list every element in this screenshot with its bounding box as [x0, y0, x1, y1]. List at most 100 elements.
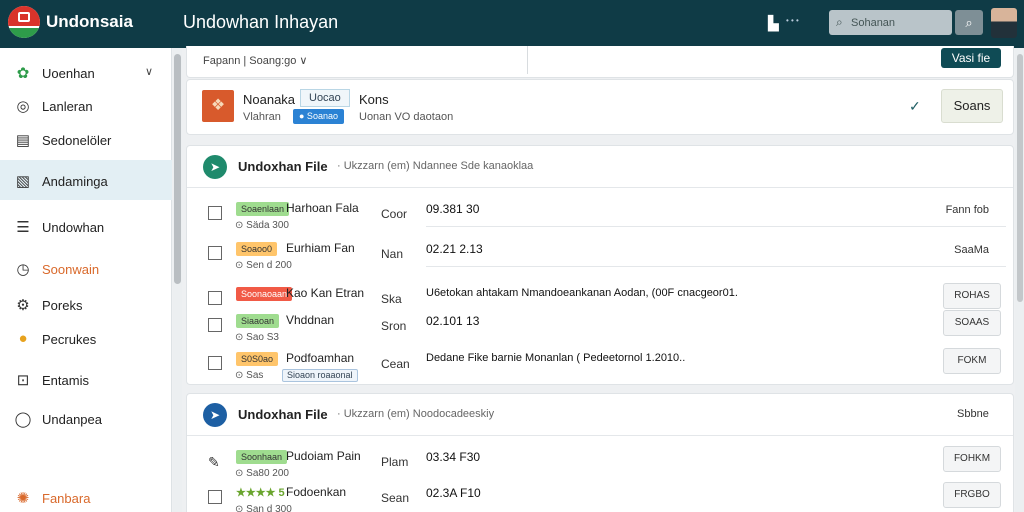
status-badge: Soonaoaan: [236, 287, 293, 301]
row-value: 03.34 F30: [426, 450, 481, 464]
section-action-text[interactable]: Sbbne: [957, 408, 989, 420]
row-action-button[interactable]: FOHKM: [943, 446, 1001, 472]
notification-icon[interactable]: ▙: [768, 15, 779, 32]
row-name[interactable]: Pudoiam Pain: [286, 449, 361, 463]
sidebar-item-label: Undanpea: [42, 412, 102, 427]
row-name[interactable]: Harhoan Fala: [286, 201, 359, 215]
table-row: S0S0ao Podfoamhan ⊙ Sas Sioaon roaaonal …: [187, 348, 1013, 388]
row-value: 02.3A F10: [426, 486, 481, 500]
list-icon: ☰: [16, 219, 30, 236]
sidebar-item-soonwain[interactable]: ◷ Soonwain: [0, 248, 172, 288]
item-thumbnail[interactable]: ❖: [202, 90, 234, 122]
row-checkbox[interactable]: [208, 490, 222, 504]
row-value: 02.21 2.13: [426, 242, 483, 256]
sidebar-item-entamis[interactable]: ⊡ Entamis: [0, 359, 172, 399]
item-tag[interactable]: Uocao: [300, 89, 350, 107]
status-badge: Soonhaan: [236, 450, 288, 464]
sidebar-item-label: Entamis: [42, 373, 89, 388]
status-badge: Siaaoan: [236, 314, 280, 328]
filter-bar: Fapann | Soang:go ∨: [186, 46, 1014, 78]
status-badge: Soaenlaan: [236, 202, 290, 216]
row-action-button[interactable]: FRGBO: [943, 482, 1001, 508]
more-icon[interactable]: • • •: [786, 16, 799, 25]
row-name[interactable]: Kao Kan Etran: [286, 286, 364, 300]
sidebar-item-andaminga[interactable]: ▧ Andaminga: [0, 160, 172, 200]
view-file-button[interactable]: Vasi fie: [941, 48, 1001, 68]
search-button[interactable]: ⌕: [955, 10, 983, 35]
chevron-down-icon[interactable]: ∨: [145, 65, 153, 78]
section-header: ➤ Undoxhan File · Ukzzarn (em) Ndannee S…: [187, 146, 1013, 188]
row-name[interactable]: Eurhiam Fan: [286, 241, 355, 255]
chart-icon: ⊡: [16, 372, 30, 389]
sidebar-item-label: Sedonelöler: [42, 133, 112, 148]
row-name[interactable]: Podfoamhan: [286, 351, 354, 365]
section-title: Undoxhan File: [238, 407, 328, 422]
gear-icon: ✿: [16, 65, 30, 82]
row-action-button[interactable]: FOKM: [943, 348, 1001, 374]
sidebar-item-label: Soonwain: [42, 262, 100, 277]
rating-badge: ★★★★ 5: [236, 487, 285, 499]
app-logo[interactable]: [8, 6, 40, 38]
sidebar-item-pecrukes[interactable]: ● Pecrukes: [0, 318, 172, 358]
section-subtitle: · Ukzzarn (em) Noodocadeeskiy: [337, 408, 495, 420]
sidebar-item-undanpea[interactable]: ◯ Undanpea: [0, 398, 172, 438]
row-meta: ⊙ Sas: [235, 370, 264, 381]
sidebar-item-fanbara[interactable]: ✺ Fanbara: [0, 477, 172, 512]
row-type: Ska: [381, 292, 402, 306]
pencil-icon[interactable]: ✎: [208, 454, 222, 470]
row-checkbox[interactable]: [208, 318, 222, 332]
user-avatar[interactable]: [991, 8, 1017, 38]
target-icon: ◎: [16, 98, 30, 115]
row-action-button[interactable]: SOAAS: [943, 310, 1001, 336]
row-meta: ⊙ Säda 300: [235, 220, 289, 231]
sidebar-item-label: Poreks: [42, 298, 83, 313]
search-icon: ⌕: [836, 15, 843, 29]
item-label: Kons: [359, 92, 389, 107]
row-tag[interactable]: Sioaon roaaonal: [282, 369, 358, 382]
app-title: Undowhan Inhayan: [183, 12, 339, 32]
file-section: ➤ Undoxhan File · Ukzzarn (em) Ndannee S…: [186, 145, 1014, 385]
row-action-text[interactable]: Fann fob: [946, 204, 989, 216]
row-checkbox[interactable]: [208, 206, 222, 220]
row-meta: ⊙ Sao S3: [235, 332, 279, 343]
status-badge: Soaoo0: [236, 242, 278, 256]
row-name[interactable]: Vhddnan: [286, 313, 334, 327]
sidebar-item-label: Lanleran: [42, 99, 93, 114]
main-scroll-thumb[interactable]: [1017, 54, 1023, 302]
item-subtitle: Vlahran: [243, 111, 281, 123]
section-title: Undoxhan File: [238, 159, 328, 174]
save-button[interactable]: Soans: [941, 89, 1003, 123]
clock-icon: ◷: [16, 261, 30, 278]
file-section: ➤ Undoxhan File · Ukzzarn (em) Noodocade…: [186, 393, 1014, 512]
row-checkbox[interactable]: [208, 356, 222, 370]
filter-dropdown[interactable]: Fapann | Soang:go ∨: [203, 54, 307, 67]
row-checkbox[interactable]: [208, 291, 222, 305]
item-status-badge: ● Soanao: [293, 109, 344, 124]
sidebar-item-undowhan[interactable]: ☰ Undowhan: [0, 206, 172, 246]
brand-name: Undonsaia: [46, 12, 133, 31]
divider: [527, 46, 528, 74]
row-action-button[interactable]: ROHAS: [943, 283, 1001, 309]
row-name[interactable]: Fodoenkan: [286, 485, 346, 499]
row-meta: ⊙ Sa80 200: [235, 468, 289, 479]
table-row: Soaoo0 Eurhiam Fan ⊙ Sen d 200 Nan 02.21…: [187, 238, 1013, 278]
sidebar-item-sedoneloler[interactable]: ▤ Sedonelöler: [0, 119, 172, 159]
search-box[interactable]: ⌕: [829, 10, 952, 35]
row-meta: ⊙ Sen d 200: [235, 260, 292, 271]
row-action-text[interactable]: SaaMa: [954, 244, 989, 256]
status-badge: S0S0ao: [236, 352, 279, 366]
search-input[interactable]: [851, 13, 947, 32]
row-type: Nan: [381, 247, 404, 261]
item-detail: Uonan VO daotaon: [359, 111, 454, 123]
sidebar-item-label: Fanbara: [42, 491, 91, 506]
row-checkbox[interactable]: [208, 246, 222, 260]
check-icon[interactable]: ✓: [909, 98, 921, 115]
top-bar: Undonsaia Undowhan Inhayan ▙ • • • ⌕ ⌕: [0, 0, 1024, 48]
table-row: Soaenlaan Harhoan Fala ⊙ Säda 300 Coor 0…: [187, 198, 1013, 238]
row-value: 09.381 30: [426, 202, 480, 216]
table-row: ✎ Soonhaan Pudoiam Pain ⊙ Sa80 200 Plam …: [187, 446, 1013, 486]
send-icon: ➤: [203, 403, 227, 427]
row-type: Cean: [381, 357, 410, 371]
sidebar-scroll-thumb[interactable]: [174, 54, 181, 284]
sidebar-item-label: Pecrukes: [42, 332, 97, 347]
